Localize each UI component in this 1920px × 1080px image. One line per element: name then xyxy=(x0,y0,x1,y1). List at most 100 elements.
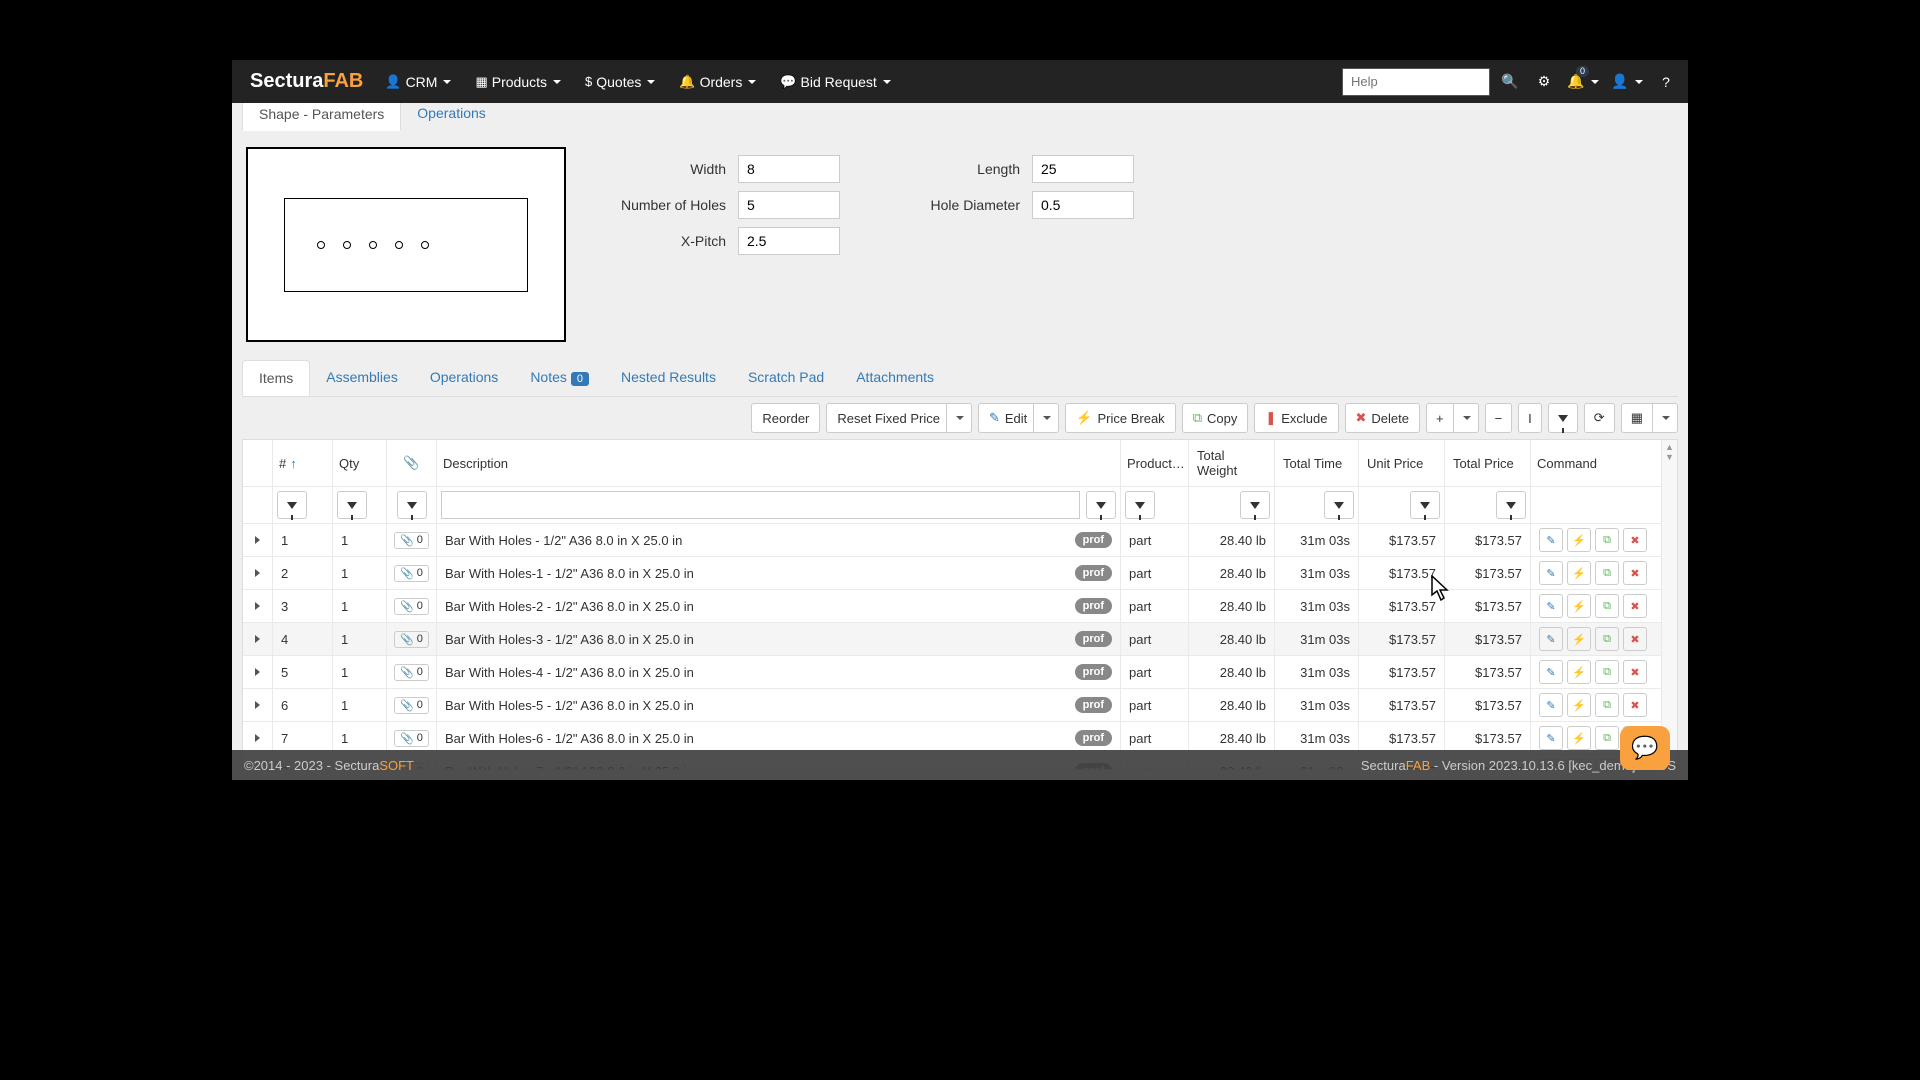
filter-unit-price[interactable] xyxy=(1410,491,1440,519)
column-cursor-button[interactable]: I xyxy=(1518,403,1542,433)
col-total-time[interactable]: Total Time xyxy=(1275,440,1359,486)
nav-bid-request[interactable]: 💬Bid Request xyxy=(768,60,902,103)
row-delete-button[interactable]: ✖ xyxy=(1623,627,1647,651)
filter-description-input[interactable] xyxy=(441,491,1080,519)
row-copy-button[interactable]: ⧉ xyxy=(1595,660,1619,684)
remove-button[interactable]: − xyxy=(1485,403,1513,433)
attachment-count[interactable]: 📎0 xyxy=(394,697,429,714)
columns-button[interactable]: ▦ xyxy=(1621,403,1652,433)
expand-icon[interactable] xyxy=(255,635,260,643)
exclude-button[interactable]: ❚Exclude xyxy=(1254,403,1338,433)
nav-orders[interactable]: 🔔Orders xyxy=(667,60,768,103)
brand-logo[interactable]: SecturaFAB xyxy=(240,70,373,93)
notifications-icon[interactable]: 0🔔 xyxy=(1564,60,1602,103)
row-price-break-button[interactable]: ⚡ xyxy=(1567,660,1591,684)
col-total-weight[interactable]: Total Weight xyxy=(1189,440,1275,486)
reset-fixed-price-button[interactable]: Reset Fixed Price xyxy=(826,403,946,433)
delete-button[interactable]: ✖Delete xyxy=(1345,403,1420,433)
row-copy-button[interactable]: ⧉ xyxy=(1595,627,1619,651)
filter-number[interactable] xyxy=(277,491,307,519)
attachment-count[interactable]: 📎0 xyxy=(394,598,429,615)
row-copy-button[interactable]: ⧉ xyxy=(1595,528,1619,552)
refresh-button[interactable]: ⟳ xyxy=(1584,403,1615,433)
expand-icon[interactable] xyxy=(255,536,260,544)
user-menu[interactable]: 👤 xyxy=(1608,60,1646,103)
filter-time[interactable] xyxy=(1324,491,1354,519)
table-row[interactable]: 21📎0Bar With Holes-1 - 1/2" A36 8.0 in X… xyxy=(243,557,1661,590)
table-row[interactable]: 61📎0Bar With Holes-5 - 1/2" A36 8.0 in X… xyxy=(243,689,1661,722)
xpitch-input[interactable] xyxy=(738,227,840,255)
nav-products[interactable]: ▦Products xyxy=(463,60,573,103)
price-break-button[interactable]: ⚡Price Break xyxy=(1065,403,1175,433)
row-price-break-button[interactable]: ⚡ xyxy=(1567,726,1591,750)
edit-button[interactable]: ✎Edit xyxy=(978,403,1033,433)
filter-qty[interactable] xyxy=(337,491,367,519)
tab-operations[interactable]: Operations xyxy=(414,360,514,396)
row-delete-button[interactable]: ✖ xyxy=(1623,693,1647,717)
expand-icon[interactable] xyxy=(255,734,260,742)
row-edit-button[interactable]: ✎ xyxy=(1539,528,1563,552)
table-row[interactable]: 41📎0Bar With Holes-3 - 1/2" A36 8.0 in X… xyxy=(243,623,1661,656)
col-attachment[interactable]: 📎 xyxy=(387,440,437,486)
row-delete-button[interactable]: ✖ xyxy=(1623,660,1647,684)
col-command[interactable]: Command xyxy=(1531,440,1661,486)
tab-scratch-pad[interactable]: Scratch Pad xyxy=(732,360,840,396)
grid-scrollbar[interactable]: ▲▼ xyxy=(1661,440,1677,769)
tab-items[interactable]: Items xyxy=(242,360,310,396)
tab-shape-parameters[interactable]: Shape - Parameters xyxy=(242,103,401,131)
expand-icon[interactable] xyxy=(255,701,260,709)
row-delete-button[interactable]: ✖ xyxy=(1623,561,1647,585)
attachment-count[interactable]: 📎0 xyxy=(394,532,429,549)
filter-weight[interactable] xyxy=(1240,491,1270,519)
row-copy-button[interactable]: ⧉ xyxy=(1595,726,1619,750)
filter-toggle-button[interactable] xyxy=(1548,403,1578,433)
table-row[interactable]: 51📎0Bar With Holes-4 - 1/2" A36 8.0 in X… xyxy=(243,656,1661,689)
reset-fixed-price-caret[interactable] xyxy=(946,403,972,433)
help-search-input[interactable] xyxy=(1342,68,1490,96)
add-caret[interactable] xyxy=(1453,403,1479,433)
attachment-count[interactable]: 📎0 xyxy=(394,631,429,648)
attachment-count[interactable]: 📎0 xyxy=(394,664,429,681)
row-copy-button[interactable]: ⧉ xyxy=(1595,561,1619,585)
row-edit-button[interactable]: ✎ xyxy=(1539,726,1563,750)
gear-icon[interactable]: ⚙ xyxy=(1530,60,1558,103)
nav-quotes[interactable]: $Quotes xyxy=(573,60,667,103)
filter-total-price[interactable] xyxy=(1496,491,1526,519)
col-description[interactable]: Description xyxy=(437,440,1121,486)
reorder-button[interactable]: Reorder xyxy=(751,403,820,433)
row-price-break-button[interactable]: ⚡ xyxy=(1567,594,1591,618)
edit-caret[interactable] xyxy=(1033,403,1059,433)
row-delete-button[interactable]: ✖ xyxy=(1623,528,1647,552)
row-edit-button[interactable]: ✎ xyxy=(1539,693,1563,717)
add-button[interactable]: + xyxy=(1426,403,1453,433)
col-qty[interactable]: Qty xyxy=(333,440,387,486)
expand-icon[interactable] xyxy=(255,569,260,577)
attachment-count[interactable]: 📎0 xyxy=(394,730,429,747)
tab-operations-upper[interactable]: Operations xyxy=(401,103,501,131)
col-total-price[interactable]: Total Price xyxy=(1445,440,1531,486)
filter-attachment[interactable] xyxy=(397,491,427,519)
length-input[interactable] xyxy=(1032,155,1134,183)
col-number[interactable]: #↑ xyxy=(273,440,333,486)
expand-icon[interactable] xyxy=(255,668,260,676)
row-price-break-button[interactable]: ⚡ xyxy=(1567,561,1591,585)
tab-notes[interactable]: Notes0 xyxy=(514,360,605,396)
row-copy-button[interactable]: ⧉ xyxy=(1595,594,1619,618)
row-price-break-button[interactable]: ⚡ xyxy=(1567,693,1591,717)
filter-description[interactable] xyxy=(1086,491,1116,519)
holes-input[interactable] xyxy=(738,191,840,219)
columns-caret[interactable] xyxy=(1652,403,1678,433)
row-copy-button[interactable]: ⧉ xyxy=(1595,693,1619,717)
col-product[interactable]: Product… xyxy=(1121,440,1189,486)
row-edit-button[interactable]: ✎ xyxy=(1539,660,1563,684)
row-edit-button[interactable]: ✎ xyxy=(1539,561,1563,585)
tab-attachments[interactable]: Attachments xyxy=(840,360,950,396)
chat-widget[interactable]: 💬 xyxy=(1620,726,1670,770)
table-row[interactable]: 11📎0Bar With Holes - 1/2" A36 8.0 in X 2… xyxy=(243,524,1661,557)
diameter-input[interactable] xyxy=(1032,191,1134,219)
grid-body[interactable]: 11📎0Bar With Holes - 1/2" A36 8.0 in X 2… xyxy=(243,524,1661,769)
row-price-break-button[interactable]: ⚡ xyxy=(1567,627,1591,651)
table-row[interactable]: 31📎0Bar With Holes-2 - 1/2" A36 8.0 in X… xyxy=(243,590,1661,623)
col-unit-price[interactable]: Unit Price xyxy=(1359,440,1445,486)
row-delete-button[interactable]: ✖ xyxy=(1623,594,1647,618)
